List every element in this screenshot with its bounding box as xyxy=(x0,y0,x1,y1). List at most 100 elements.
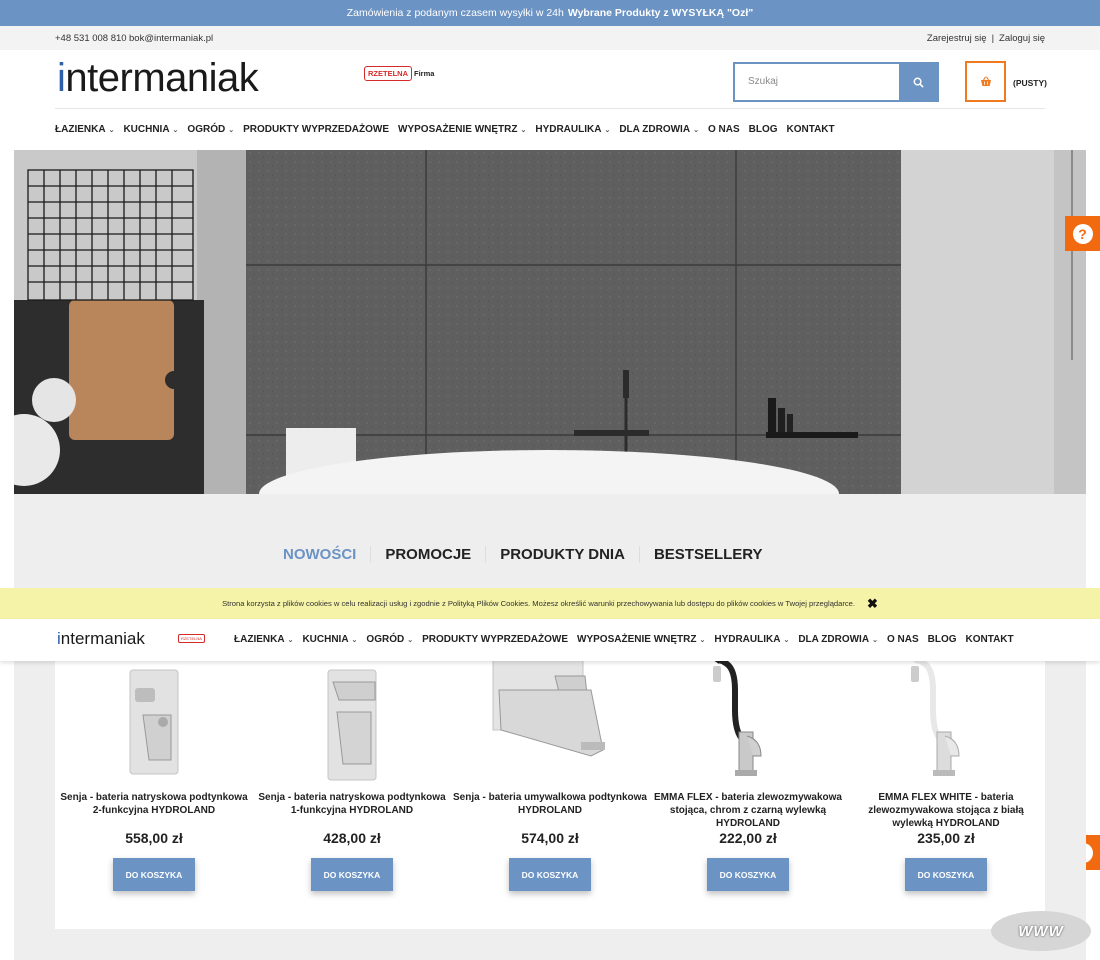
search-button[interactable] xyxy=(899,64,937,100)
product-image[interactable] xyxy=(75,660,233,782)
sticky-nav-item-label: PRODUKTY WYPRZEDAŻOWE xyxy=(422,634,569,645)
nav-item-label: PRODUKTY WYPRZEDAŻOWE xyxy=(243,124,390,135)
email-link[interactable]: bok@intermaniak.pl xyxy=(129,33,213,44)
help-button[interactable]: ? xyxy=(1065,216,1100,251)
add-to-cart-button[interactable]: DO KOSZYKA xyxy=(311,858,393,891)
product-image[interactable] xyxy=(471,660,629,782)
product-name[interactable]: EMMA FLEX WHITE - bateria zlewozmywakowa… xyxy=(849,791,1043,830)
nav-item-hydraulika[interactable]: HYDRAULIKA ⌄ xyxy=(535,124,610,135)
nav-item-label: OGRÓD xyxy=(187,124,226,135)
chevron-down-icon: ⌄ xyxy=(287,636,294,644)
sticky-nav-item-label: KUCHNIA xyxy=(302,634,349,645)
add-to-cart-button[interactable]: DO KOSZYKA xyxy=(113,858,195,891)
tab-promocje[interactable]: PROMOCJE xyxy=(371,546,487,563)
product-name[interactable]: EMMA FLEX - bateria zlewozmywakowa stoją… xyxy=(651,791,845,830)
sticky-nav-item-produkty-wyprzedazowe[interactable]: PRODUKTY WYPRZEDAŻOWE xyxy=(422,634,568,645)
help-icon: ? xyxy=(1072,223,1093,244)
chevron-down-icon: ⌄ xyxy=(108,126,115,134)
chevron-down-icon: ⌄ xyxy=(604,126,611,134)
product-card[interactable]: EMMA FLEX - bateria zlewozmywakowa stoją… xyxy=(649,660,847,929)
phone-number[interactable]: +48 531 008 810 xyxy=(55,33,127,44)
hero-banner[interactable] xyxy=(14,150,1086,494)
product-price: 428,00 zł xyxy=(323,830,381,846)
www-watermark: WWW xyxy=(991,911,1091,951)
cookie-banner: Strona korzysta z plików cookies w celu … xyxy=(0,588,1100,619)
product-card[interactable]: EMMA FLEX WHITE - bateria zlewozmywakowa… xyxy=(847,660,1045,929)
sticky-badge[interactable]: RZETELNA xyxy=(178,634,205,643)
add-to-cart-button[interactable]: DO KOSZYKA xyxy=(905,858,987,891)
nav-item-o-nas[interactable]: O NAS xyxy=(708,124,740,135)
product-tabs: NOWOŚCI PROMOCJE PRODUKTY DNIA BESTSELLERY xyxy=(269,546,777,563)
sticky-header: intermaniak RZETELNA ŁAZIENKA ⌄ KUCHNIA ⌄ OG… xyxy=(0,619,1100,661)
nav-item-label: HYDRAULIKA xyxy=(535,124,602,135)
product-card[interactable]: Senja - bateria umywalkowa podtynkowa HY… xyxy=(451,660,649,929)
nav-item-lazienka[interactable]: ŁAZIENKA ⌄ xyxy=(55,124,114,135)
nav-item-label: BLOG xyxy=(748,124,778,135)
nav-item-produkty-wyprzedazowe[interactable]: PRODUKTY WYPRZEDAŻOWE xyxy=(243,124,389,135)
nav-item-kuchnia[interactable]: KUCHNIA ⌄ xyxy=(123,124,178,135)
chevron-down-icon: ⌄ xyxy=(172,126,179,134)
nav-item-label: WYPOSAŻENIE WNĘTRZ xyxy=(398,124,518,135)
site-logo[interactable]: intermaniak xyxy=(57,56,259,101)
main-nav: ŁAZIENKA ⌄ KUCHNIA ⌄ OGRÓD ⌄ PRODUKTY WYPRZEDA… xyxy=(55,124,835,135)
rzetelna-firma-badge[interactable]: RZETELNA Firma xyxy=(364,66,434,81)
nav-item-kontakt[interactable]: KONTAKT xyxy=(787,124,835,135)
tab-bestsellery[interactable]: BESTSELLERY xyxy=(640,546,777,563)
sticky-nav-item-wyposazenie-wnetrz[interactable]: WYPOSAŻENIE WNĘTRZ ⌄ xyxy=(577,634,705,645)
chevron-down-icon: ⌄ xyxy=(699,636,706,644)
nav-item-dla-zdrowia[interactable]: DLA ZDROWIA ⌄ xyxy=(619,124,699,135)
product-name[interactable]: Senja - bateria umywalkowa podtynkowa HY… xyxy=(453,791,647,817)
product-card[interactable]: Senja - bateria natryskowa podtynkowa 1-… xyxy=(253,660,451,929)
sticky-nav-item-label: WYPOSAŻENIE WNĘTRZ xyxy=(577,634,697,645)
nav-item-blog[interactable]: BLOG xyxy=(749,124,778,135)
sticky-nav-item-ogrod[interactable]: OGRÓD ⌄ xyxy=(366,634,413,645)
header-divider xyxy=(55,108,1045,109)
chevron-down-icon: ⌄ xyxy=(693,126,699,134)
login-link[interactable]: Zaloguj się xyxy=(999,33,1045,44)
cart-button[interactable] xyxy=(965,61,1006,102)
chevron-down-icon: ⌄ xyxy=(520,126,527,134)
search-input[interactable]: Szukaj xyxy=(735,64,899,100)
sticky-nav-item-hydraulika[interactable]: HYDRAULIKA ⌄ xyxy=(714,634,789,645)
promo-bar: Zamówienia z podanym czasem wysyłki w 24… xyxy=(0,0,1100,26)
nav-item-label: DLA ZDROWIA xyxy=(619,124,691,135)
chevron-down-icon: ⌄ xyxy=(228,126,235,134)
cookie-close-icon[interactable]: ✖ xyxy=(867,596,878,612)
account-separator: | xyxy=(991,33,995,44)
sticky-nav-item-blog[interactable]: BLOG xyxy=(928,634,957,645)
add-to-cart-button[interactable]: DO KOSZYKA xyxy=(707,858,789,891)
sticky-nav-item-lazienka[interactable]: ŁAZIENKA ⌄ xyxy=(234,634,293,645)
promo-bold-text[interactable]: Wybrane Produkty z WYSYŁKĄ "Ozł" xyxy=(568,7,753,19)
product-image[interactable] xyxy=(867,660,1025,782)
add-to-cart-button[interactable]: DO KOSZYKA xyxy=(509,858,591,891)
nav-item-label: KONTAKT xyxy=(786,124,835,135)
register-link[interactable]: Zarejestruj się xyxy=(927,33,987,44)
nav-item-ogrod[interactable]: OGRÓD ⌄ xyxy=(187,124,234,135)
account-links: Zarejestruj się | Zaloguj się xyxy=(927,33,1045,44)
nav-item-wyposazenie-wnetrz[interactable]: WYPOSAŻENIE WNĘTRZ ⌄ xyxy=(398,124,526,135)
nav-item-label: KUCHNIA xyxy=(123,124,170,135)
sticky-nav-item-dla-zdrowia[interactable]: DLA ZDROWIA ⌄ xyxy=(798,634,878,645)
nav-item-label: O NAS xyxy=(707,124,740,135)
product-image[interactable] xyxy=(273,660,431,782)
sticky-nav-item-kontakt[interactable]: KONTAKT xyxy=(966,634,1014,645)
product-card[interactable]: Senja - bateria natryskowa podtynkowa 2-… xyxy=(55,660,253,929)
chevron-down-icon: ⌄ xyxy=(407,636,414,644)
chevron-down-icon: ⌄ xyxy=(351,636,358,644)
sticky-nav-item-o-nas[interactable]: O NAS xyxy=(887,634,919,645)
product-name[interactable]: Senja - bateria natryskowa podtynkowa 2-… xyxy=(57,791,251,817)
product-name[interactable]: Senja - bateria natryskowa podtynkowa 1-… xyxy=(255,791,449,817)
nav-item-label: ŁAZIENKA xyxy=(55,124,106,135)
product-price: 574,00 zł xyxy=(521,830,579,846)
sticky-nav-item-kuchnia[interactable]: KUCHNIA ⌄ xyxy=(302,634,357,645)
tab-produkty-dnia[interactable]: PRODUKTY DNIA xyxy=(486,546,640,563)
promo-text: Zamówienia z podanym czasem wysyłki w 24… xyxy=(346,7,564,19)
products-panel: Senja - bateria natryskowa podtynkowa 2-… xyxy=(55,660,1045,929)
search-icon xyxy=(913,77,924,88)
cart-status[interactable]: (PUSTY) xyxy=(1013,78,1047,88)
tab-nowosci[interactable]: NOWOŚCI xyxy=(269,546,372,563)
product-image[interactable] xyxy=(669,660,827,782)
site-header: intermaniak RZETELNA Firma Szukaj (PUSTY… xyxy=(0,50,1100,150)
sticky-logo[interactable]: intermaniak xyxy=(57,629,145,649)
contact-bar: +48 531 008 810 bok@intermaniak.pl Zarej… xyxy=(0,26,1100,50)
